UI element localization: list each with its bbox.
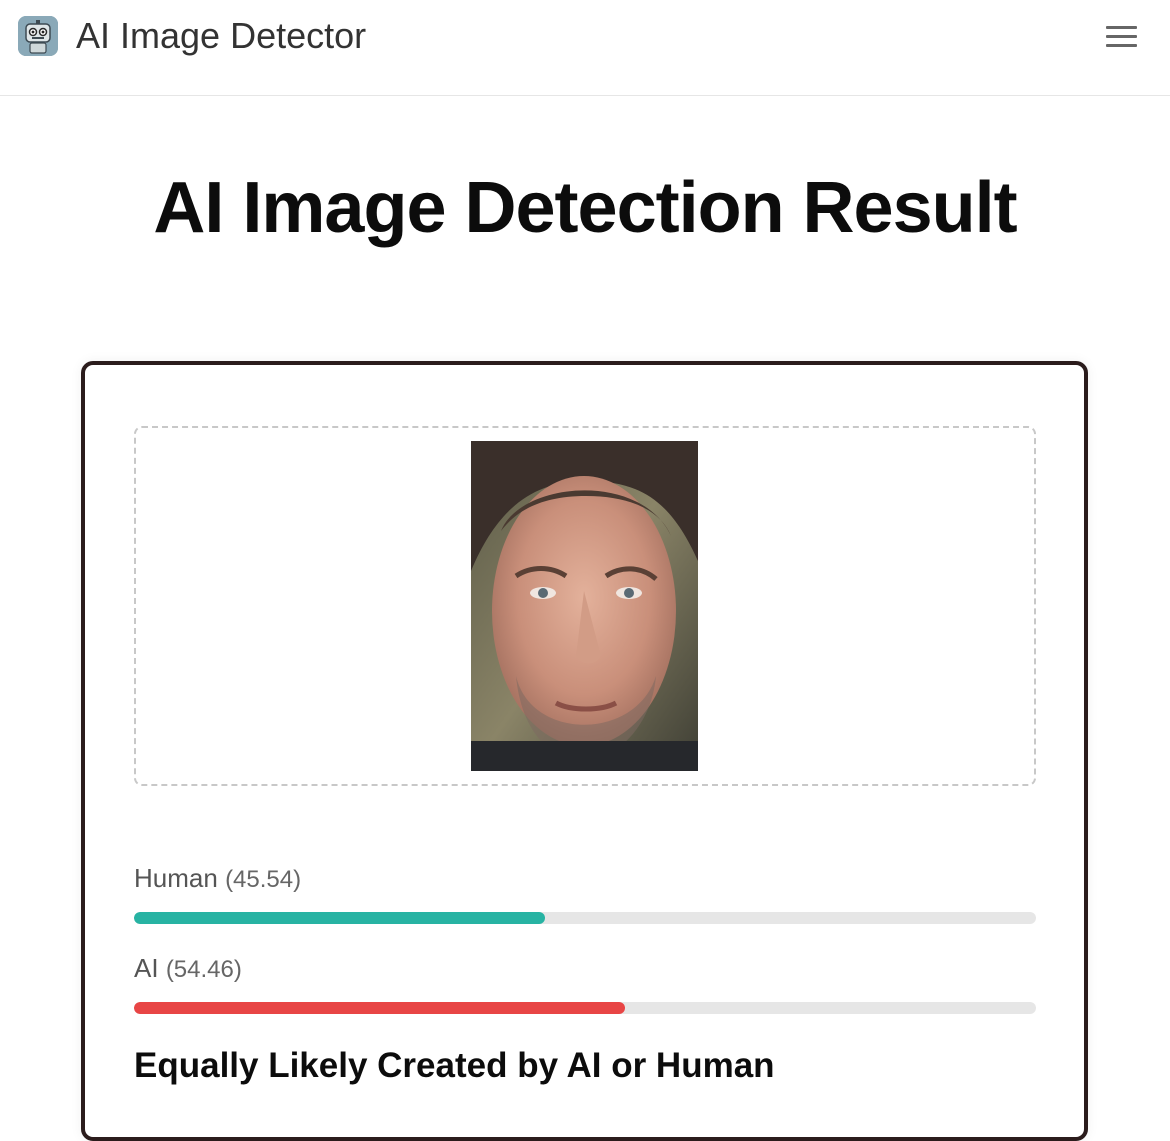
human-score-fill — [134, 912, 545, 924]
ai-score-value: (54.46) — [165, 956, 242, 983]
uploaded-face-photo — [471, 441, 698, 771]
robot-icon[interactable] — [18, 16, 58, 56]
ai-score-fill — [134, 1002, 626, 1014]
human-score-bar — [134, 912, 1036, 924]
verdict-heading: Equally Likely Created by AI or Human — [134, 1046, 775, 1085]
top-bar: AI Image Detector — [0, 0, 1170, 96]
page-title: AI Image Detection Result — [153, 168, 1017, 248]
ai-score-label: AI (54.46) — [134, 952, 242, 986]
ai-label: AI — [134, 953, 159, 983]
hamburger-menu-icon[interactable] — [1100, 22, 1144, 52]
human-score-value: (45.54) — [225, 866, 302, 893]
human-label: Human — [134, 863, 218, 893]
human-score-label: Human (45.54) — [134, 862, 301, 896]
ai-score-bar — [134, 1002, 1036, 1014]
app-title[interactable]: AI Image Detector — [76, 14, 366, 58]
